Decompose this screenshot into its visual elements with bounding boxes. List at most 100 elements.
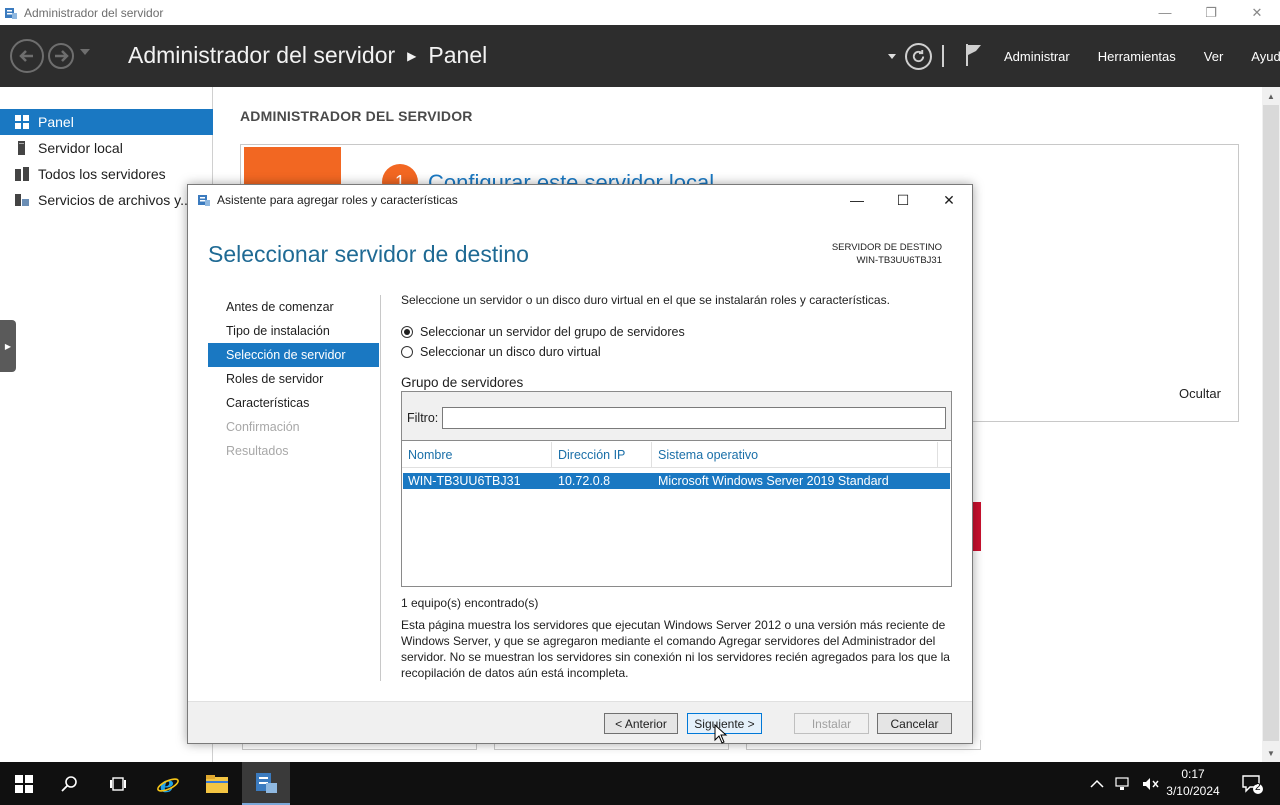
notifications-flag-icon[interactable] [964,42,984,68]
start-button[interactable] [0,762,48,805]
found-count: 1 equipo(s) encontrado(s) [401,596,539,610]
dashboard-icon [15,115,29,129]
cell-os: Microsoft Windows Server 2019 Standard E… [658,474,889,504]
cell-ip: 10.72.0.8 [558,474,611,488]
destination-label: SERVIDOR DE DESTINO [831,242,942,253]
cell-name: WIN-TB3UU6TBJ31 [408,474,521,488]
breadcrumb: Administrador del servidor ▶ Panel [128,42,487,69]
step-caracteristicas[interactable]: Características [208,391,379,415]
step-roles-de-servidor[interactable]: Roles de servidor [208,367,379,391]
restore-button[interactable]: ❐ [1188,0,1234,25]
breadcrumb-current: Panel [428,42,488,68]
dialog-footer: < Anterior Siguiente > Instalar Cancelar [188,701,972,743]
window-title: Administrador del servidor [24,5,164,20]
header-bar: Administrador del servidor ▶ Panel Admin… [0,25,1280,87]
forward-button[interactable] [48,43,74,69]
sidebar-item-servicios-archivos[interactable]: Servicios de archivos y... [0,187,213,213]
internet-explorer-button[interactable]: e [144,762,192,805]
dialog-title: Asistente para agregar roles y caracterí… [217,193,458,207]
menu-administrar[interactable]: Administrar [1004,49,1070,64]
menu-ver[interactable]: Ver [1204,49,1224,64]
chevron-right-icon: ▶ [407,48,417,63]
server-icon [18,141,25,155]
radio-label: Seleccionar un servidor del grupo de ser… [420,325,685,339]
servers-icon [15,167,29,181]
server-manager-icon [256,772,277,793]
history-dropdown-icon[interactable] [80,49,90,55]
window-titlebar: Administrador del servidor — ❐ ✕ [0,0,1280,25]
add-roles-wizard-dialog: Asistente para agregar roles y caracterí… [187,184,973,744]
radio-virtual-disk[interactable]: Seleccionar un disco duro virtual [401,345,601,359]
minimize-button[interactable]: — [1142,0,1188,25]
task-view-icon [110,776,126,791]
column-header-ip[interactable]: Dirección IP [552,442,652,468]
refresh-button[interactable] [905,43,932,70]
expand-panel-handle[interactable]: ▶ [0,320,16,372]
wizard-content: Seleccione un servidor o un disco duro v… [401,293,956,680]
sidebar-item-label: Servidor local [38,140,123,156]
arrow-left-icon [19,50,33,62]
cancel-button[interactable]: Cancelar [877,713,952,734]
mouse-cursor-icon [714,724,728,744]
vertical-scrollbar[interactable]: ▲ ▼ [1262,87,1280,762]
step-tipo-de-instalacion[interactable]: Tipo de instalación [208,319,379,343]
file-explorer-button[interactable] [193,762,241,805]
task-view-button[interactable] [94,762,142,805]
menu-herramientas[interactable]: Herramientas [1098,49,1176,64]
sidebar-item-label: Panel [38,114,74,130]
table-header: Nombre Dirección IP Sistema operativo [402,442,951,468]
folder-icon [206,774,228,793]
network-icon[interactable] [1114,776,1132,791]
sidebar-item-servidor-local[interactable]: Servidor local [0,135,213,161]
arrow-right-icon [55,50,69,62]
breadcrumb-root[interactable]: Administrador del servidor [128,42,395,69]
back-button[interactable] [10,39,44,73]
dialog-maximize-button[interactable]: ☐ [880,185,926,215]
sidebar-item-todos-servidores[interactable]: Todos los servidores [0,161,213,187]
close-button[interactable]: ✕ [1234,0,1280,25]
clock[interactable]: 0:17 3/10/2024 [1160,766,1226,800]
chevron-up-icon[interactable] [1090,779,1104,789]
back-wizard-button[interactable]: < Anterior [604,713,678,734]
page-title: ADMINISTRADOR DEL SERVIDOR [240,108,473,124]
column-header-os[interactable]: Sistema operativo [652,442,938,468]
wizard-steps: Antes de comenzar Tipo de instalación Se… [208,295,379,463]
description-text: Esta página muestra los servidores que e… [401,618,950,680]
scroll-up-icon[interactable]: ▲ [1262,87,1280,105]
filter-area: Filtro: [402,392,951,441]
refresh-icon [912,49,925,63]
step-antes-de-comenzar[interactable]: Antes de comenzar [208,295,379,319]
step-resultados: Resultados [226,444,289,458]
scrollbar-thumb[interactable] [1263,105,1279,741]
radio-server-pool[interactable]: Seleccionar un servidor del grupo de ser… [401,325,685,339]
sidebar-item-label: Todos los servidores [38,166,166,182]
scroll-down-icon[interactable]: ▼ [1262,744,1280,762]
filter-input[interactable] [442,407,946,429]
quick-start-block [244,147,341,187]
dialog-titlebar: Asistente para agregar roles y caracterí… [188,185,972,215]
menu-ayuda[interactable]: Ayuda [1251,49,1280,64]
hide-link[interactable]: Ocultar [1179,386,1221,401]
step-seleccion-de-servidor[interactable]: Selección de servidor [208,343,379,367]
server-pool-box: Filtro: Nombre Dirección IP Sistema oper… [401,391,952,587]
dialog-heading: Seleccionar servidor de destino [208,241,529,267]
radio-unchecked-icon[interactable] [401,346,413,358]
dialog-minimize-button[interactable]: — [834,185,880,215]
column-header-nombre[interactable]: Nombre [402,442,552,468]
server-manager-icon [5,7,17,19]
action-center-button[interactable]: 2 [1232,762,1272,805]
step-confirmacion: Confirmación [226,420,300,434]
windows-logo-icon [15,774,33,793]
search-button[interactable] [46,762,94,805]
server-manager-taskbar-button[interactable] [242,762,290,805]
radio-checked-icon[interactable] [401,326,413,338]
volume-muted-icon[interactable] [1142,777,1160,791]
tray [1090,762,1160,805]
dialog-close-button[interactable]: ✕ [926,185,972,215]
sidebar-item-panel[interactable]: Panel [0,109,213,135]
table-row[interactable]: WIN-TB3UU6TBJ31 10.72.0.8 Microsoft Wind… [403,473,950,504]
file-services-icon [15,194,29,206]
header-dropdown-icon[interactable] [888,54,896,59]
clock-date: 3/10/2024 [1166,784,1220,798]
destination-value: WIN-TB3UU6TBJ31 [856,255,942,266]
